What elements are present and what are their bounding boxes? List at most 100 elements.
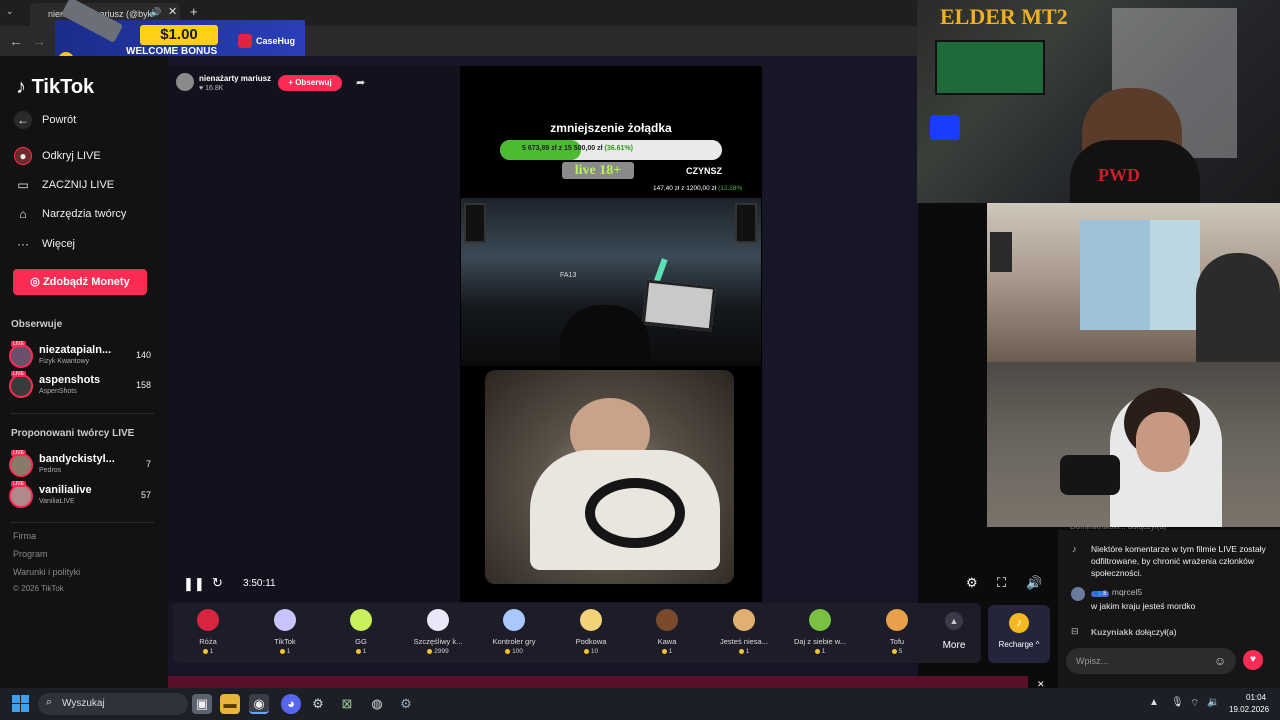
streamer-name[interactable]: nienażarty mariusz	[199, 74, 271, 83]
likes-count: ♥ 16.8K	[199, 85, 224, 92]
get-coins-button[interactable]: ◎ Zdobądź Monety	[13, 269, 147, 295]
tray-chevron-icon[interactable]: ▲	[1149, 697, 1159, 708]
goal-title: zmniejszenie żołądka	[550, 121, 672, 135]
network-icon[interactable]: ⌔	[1190, 697, 1199, 710]
footer-link-program[interactable]: Program	[13, 549, 48, 559]
more-gifts-button[interactable]: ▲ More	[933, 608, 975, 658]
avatar	[9, 344, 33, 368]
xbox-icon[interactable]: ⊠	[337, 694, 357, 714]
gift-item[interactable]: Kontroler gry 100	[479, 607, 549, 661]
volume-tray-icon[interactable]: 🔉	[1207, 697, 1219, 708]
divider	[10, 413, 154, 414]
tab-close-icon[interactable]: ✕	[168, 5, 177, 18]
following-item[interactable]: LIVE niezatapialn... Fizyk Kwantowy 140	[9, 341, 157, 370]
goal-text: 5 673,89 zł z 15 500,00 zł (36.61%)	[522, 145, 633, 152]
gift-name: TikTok	[274, 637, 296, 646]
taskbar-search[interactable]: Wyszukaj	[38, 693, 188, 715]
avatar[interactable]	[1071, 587, 1085, 601]
search-icon: ⌕	[46, 696, 53, 708]
tab-list-icon[interactable]: ⌄	[6, 6, 14, 17]
chat-system-message: Niektóre komentarze w tym filmie LIVE zo…	[1091, 544, 1266, 578]
gift-item[interactable]: Róża 1	[173, 607, 243, 661]
file-explorer-icon[interactable]: ▬	[220, 694, 240, 714]
tab-audio-icon[interactable]: 🔊	[150, 7, 161, 18]
footer-link-company[interactable]: Firma	[13, 531, 36, 541]
gift-name: Podkowa	[575, 637, 607, 646]
like-button[interactable]: ♥	[1243, 650, 1263, 670]
suggested-item[interactable]: LIVE bandyckistyl... Pedros 7	[9, 450, 157, 479]
fullscreen-icon[interactable]: ⛶	[997, 575, 1006, 591]
gift-item[interactable]: Podkowa 10	[556, 607, 626, 661]
emoji-icon[interactable]: ☺	[1214, 654, 1226, 668]
gift-icon	[580, 609, 602, 631]
footer-link-terms[interactable]: Warunki i polityki	[13, 567, 80, 577]
microphone-tray-icon[interactable]: 🎙	[1171, 697, 1184, 708]
chat-input[interactable]: Wpisz...	[1066, 648, 1236, 674]
streamer-avatar[interactable]	[176, 73, 194, 91]
windows-start-icon[interactable]	[12, 695, 30, 713]
settings-icon[interactable]: ⚙	[966, 575, 978, 591]
gift-icon	[656, 609, 678, 631]
chat-join-message: Kuzyniakk dołączył(a)	[1091, 627, 1177, 637]
back-icon[interactable]: ←	[9, 33, 23, 49]
avatar	[9, 374, 33, 398]
sidebar-item-start-live[interactable]: ▭ ZACZNIJ LIVE	[14, 176, 114, 194]
task-view-icon[interactable]: ▣	[192, 694, 212, 714]
chrome-icon[interactable]: ◉	[249, 694, 269, 714]
gift-name: Kawa	[657, 637, 677, 646]
clock-date[interactable]: 19.02.2026	[1229, 705, 1269, 714]
right-mirror	[735, 203, 757, 243]
sidebar-item-more[interactable]: ··· Więcej	[14, 235, 75, 253]
volume-icon[interactable]: 🔊	[1026, 575, 1042, 591]
face-graphic	[1136, 412, 1190, 472]
settings-app-icon[interactable]: ⚙	[396, 694, 416, 714]
follow-button[interactable]: + Obserwuj	[278, 75, 342, 91]
gift-icon	[350, 609, 372, 631]
refresh-icon[interactable]: ↻	[212, 575, 223, 591]
gift-icon	[733, 609, 755, 631]
gift-item[interactable]: TikTok 1	[250, 607, 320, 661]
gift-item[interactable]: Jesteś niesa... 1	[709, 607, 779, 661]
suggested-item[interactable]: LIVE vanilialive VaniliaLIVE 57	[9, 481, 157, 510]
coin-outline-icon: ◎	[30, 276, 40, 288]
clock-time[interactable]: 01:04	[1246, 693, 1266, 702]
level-badge: 👥 8	[1091, 591, 1110, 597]
live-badge: LIVE	[11, 341, 26, 347]
gps-screen	[641, 279, 717, 332]
gift-item[interactable]: GG 1	[326, 607, 396, 661]
gift-item[interactable]: Kawa 1	[632, 607, 702, 661]
obs-icon[interactable]: ◍	[367, 694, 387, 714]
gift-name: Daj z siebie w...	[793, 637, 847, 646]
following-item[interactable]: LIVE aspenshots AspenShots 158	[9, 371, 157, 400]
gift-price: 1	[250, 648, 320, 655]
gift-price: 1	[326, 648, 396, 655]
gift-price: 5	[862, 648, 932, 655]
pause-icon[interactable]: ❚❚	[183, 576, 205, 592]
chat-username[interactable]: mqrcel5	[1112, 587, 1142, 597]
tiktok-logo[interactable]: ♪ TikTok	[16, 76, 94, 99]
steam-icon[interactable]: ⚙	[308, 694, 328, 714]
gift-item[interactable]: Szczęśliwy k... 2999	[403, 607, 473, 661]
share-icon[interactable]: ➦	[356, 76, 365, 89]
sidebar-item-creator-tools[interactable]: ⌂ Narzędzia twórcy	[14, 205, 126, 223]
sidebar-item-back[interactable]: ← Powrót	[14, 111, 76, 129]
forward-icon[interactable]: →	[32, 33, 46, 49]
recharge-button[interactable]: ♪ Recharge ^	[988, 605, 1050, 663]
tiktok-system-icon: ♪	[1072, 544, 1077, 554]
join-icon: ⊟	[1071, 626, 1079, 636]
sidebar-item-discover-live[interactable]: ● Odkryj LIVE	[14, 147, 101, 165]
new-tab-icon[interactable]: +	[190, 4, 198, 19]
gift-price: 10	[556, 648, 626, 655]
tv-graphic	[990, 232, 1012, 272]
more-icon: ···	[17, 237, 29, 251]
avatar	[9, 453, 33, 477]
steering-wheel	[585, 478, 685, 548]
discord-icon[interactable]: ◕	[281, 694, 301, 714]
promo-strip[interactable]	[168, 676, 1028, 688]
gift-item[interactable]: Daj z siebie w... 1	[785, 607, 855, 661]
live-badge: LIVE	[11, 481, 26, 487]
gift-name: GG	[355, 637, 367, 646]
gift-item[interactable]: Tofu 5	[862, 607, 932, 661]
gift-price: 2999	[403, 648, 473, 655]
gift-icon	[274, 609, 296, 631]
